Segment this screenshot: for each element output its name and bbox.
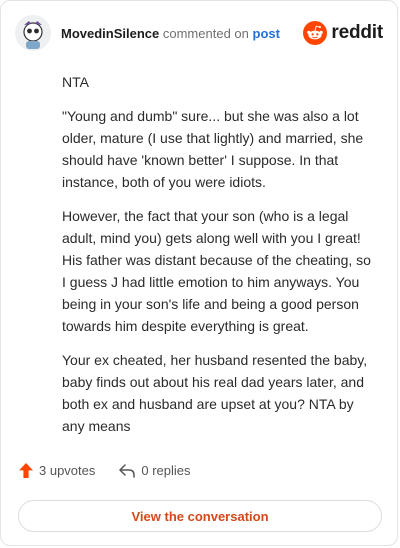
comment-paragraph: However, the fact that your son (who is … (62, 208, 371, 334)
comment-card: MovedinSilence commented on post reddit … (0, 0, 398, 546)
comment-paragraph: NTA (62, 74, 89, 90)
user-avatar[interactable] (15, 15, 51, 51)
snoo-avatar-icon (15, 15, 51, 51)
upvote-control[interactable]: 3 upvotes (19, 463, 95, 478)
comment-body: NTA "Young and dumb" sure... but she was… (62, 71, 377, 449)
view-conversation-button[interactable]: View the conversation (18, 500, 382, 532)
reply-control[interactable]: 0 replies (119, 463, 191, 478)
comment-paragraph: Your ex cheated, her husband resented th… (62, 352, 368, 434)
comment-footer: 3 upvotes 0 replies (19, 463, 191, 478)
upvote-arrow-icon (19, 463, 33, 478)
action-text: commented on (162, 25, 249, 41)
comment-header: MovedinSilence commented on post reddit (15, 15, 383, 51)
reddit-brand[interactable]: reddit (303, 21, 383, 45)
post-link[interactable]: post (253, 26, 280, 41)
brand-wordmark: reddit (331, 22, 383, 43)
upvote-count: 3 upvotes (39, 463, 96, 478)
username[interactable]: MovedinSilence (61, 26, 159, 41)
reply-count: 0 replies (141, 463, 191, 478)
reply-arrow-icon (119, 463, 136, 478)
comment-meta: MovedinSilence commented on post (61, 26, 280, 41)
comment-paragraph: "Young and dumb" sure... but she was als… (62, 108, 364, 190)
reddit-logo-icon (303, 21, 328, 45)
